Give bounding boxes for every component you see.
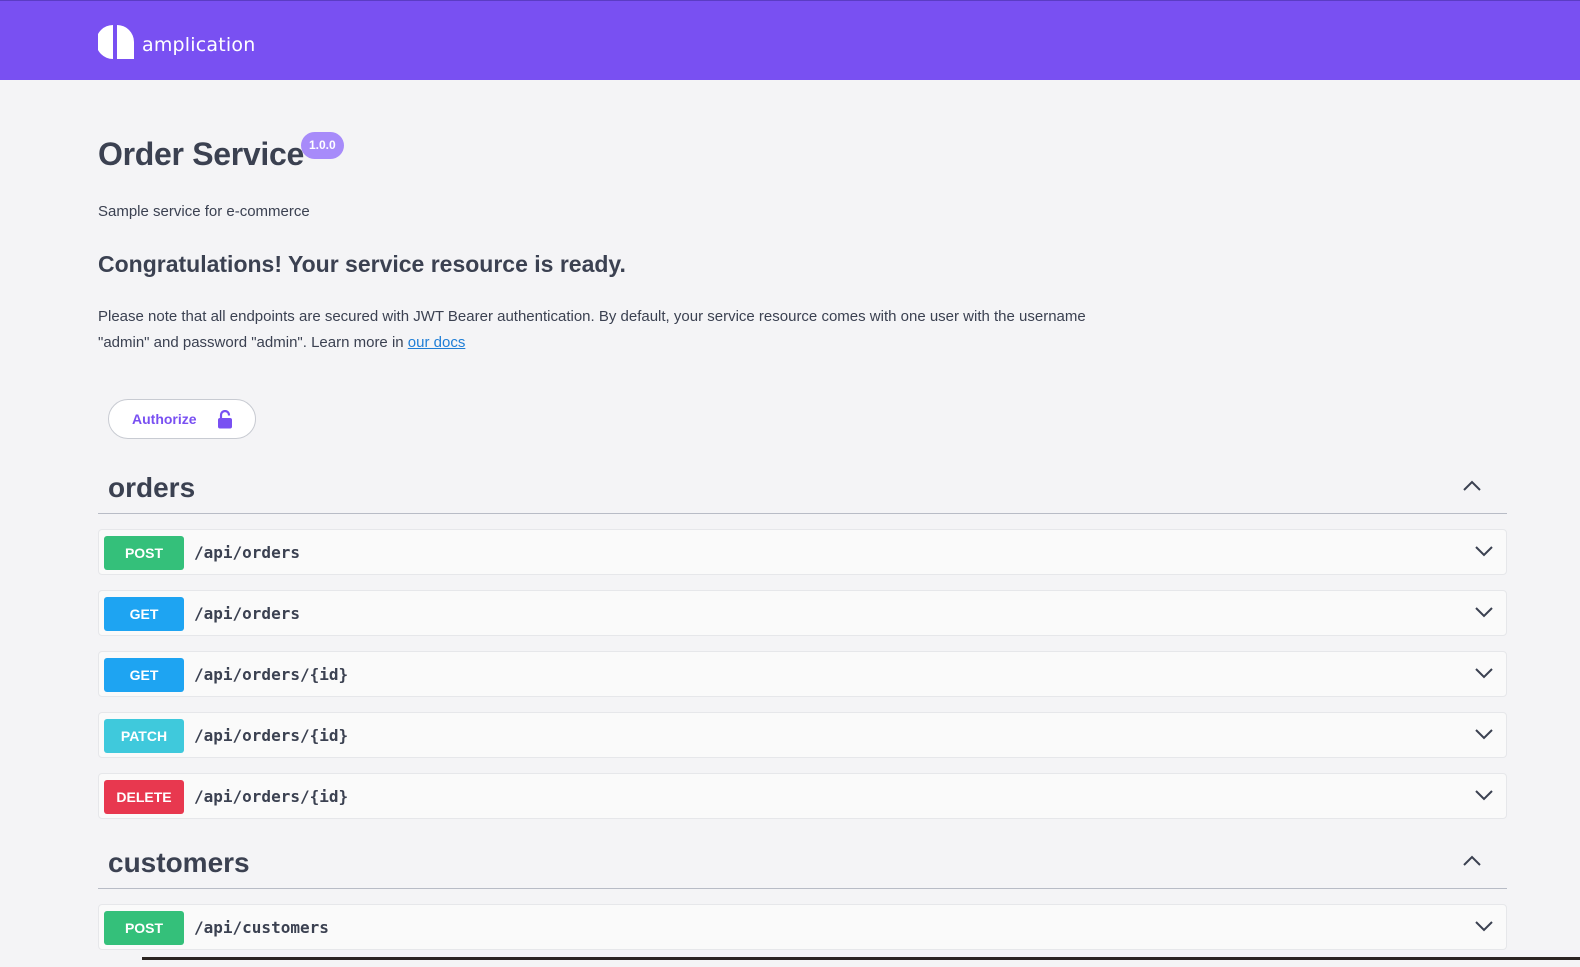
operation-row-get-order-by-id[interactable]: GET /api/orders/{id}	[98, 651, 1507, 697]
operation-row-post-customers[interactable]: POST /api/customers	[98, 904, 1507, 950]
page-title: Order Service	[98, 136, 305, 172]
method-badge-post: POST	[104, 911, 184, 945]
operation-path: /api/orders	[194, 604, 300, 623]
operation-path: /api/orders/{id}	[194, 787, 349, 806]
chevron-up-icon[interactable]	[1462, 480, 1482, 492]
method-badge-post: POST	[104, 536, 184, 570]
operation-row-patch-order[interactable]: PATCH /api/orders/{id}	[98, 712, 1507, 758]
auth-note-text: Please note that all endpoints are secur…	[98, 308, 1086, 351]
chevron-up-icon[interactable]	[1462, 855, 1482, 867]
brand-name: amplication	[142, 33, 256, 56]
operation-path: /api/orders/{id}	[194, 665, 349, 684]
chevron-down-icon[interactable]	[1474, 920, 1494, 932]
service-description: Sample service for e-commerce	[98, 203, 310, 220]
authorize-label: Authorize	[132, 411, 197, 427]
amplication-logo-icon	[98, 25, 134, 59]
chevron-down-icon[interactable]	[1474, 606, 1494, 618]
authorize-button[interactable]: Authorize	[108, 399, 256, 439]
operation-row-get-orders[interactable]: GET /api/orders	[98, 590, 1507, 636]
operation-path: /api/orders/{id}	[194, 726, 349, 745]
version-badge: 1.0.0	[301, 132, 344, 159]
chevron-down-icon[interactable]	[1474, 545, 1494, 557]
lock-icon	[217, 409, 232, 428]
chevron-down-icon[interactable]	[1474, 667, 1494, 679]
window-edge-divider	[142, 957, 1580, 960]
ready-heading: Congratulations! Your service resource i…	[98, 251, 626, 277]
method-badge-delete: DELETE	[104, 780, 184, 814]
tag-name: orders	[108, 472, 196, 503]
top-bar: amplication	[0, 0, 1580, 80]
auth-note: Please note that all endpoints are secur…	[98, 304, 1098, 356]
tag-header-customers[interactable]: customers	[98, 843, 1507, 889]
operation-path: /api/customers	[194, 918, 329, 937]
tag-header-orders[interactable]: orders	[98, 468, 1507, 514]
method-badge-get: GET	[104, 597, 184, 631]
operation-row-post-orders[interactable]: POST /api/orders	[98, 529, 1507, 575]
chevron-down-icon[interactable]	[1474, 789, 1494, 801]
method-badge-get: GET	[104, 658, 184, 692]
brand-logo[interactable]: amplication	[98, 23, 255, 61]
chevron-down-icon[interactable]	[1474, 728, 1494, 740]
docs-link[interactable]: our docs	[408, 334, 466, 351]
method-badge-patch: PATCH	[104, 719, 184, 753]
tag-name: customers	[108, 847, 250, 878]
operation-path: /api/orders	[194, 543, 300, 562]
operation-row-delete-order[interactable]: DELETE /api/orders/{id}	[98, 773, 1507, 819]
